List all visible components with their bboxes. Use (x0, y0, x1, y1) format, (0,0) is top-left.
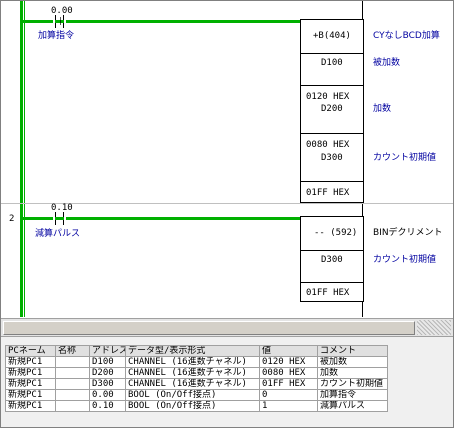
cell-name (55, 356, 90, 368)
instruction-comment-decrement: BINデクリメント (373, 228, 443, 238)
operand-value-decrement-current: 01FF HEX (306, 288, 350, 298)
cell-address: D200 (89, 367, 126, 379)
cell-value[interactable]: 0120 HEX (259, 356, 318, 368)
cell-name (55, 400, 90, 412)
table-row[interactable]: 新規PC1 0.10 BOOL (On/Off接点) 1 減算パルス (5, 400, 388, 412)
cell-pc-name: 新規PC1 (5, 378, 56, 390)
cell-value[interactable]: 0 (259, 389, 318, 401)
operand-comment-d300: カウント初期値 (373, 153, 437, 163)
operand-value-d300-current: 01FF HEX (306, 188, 350, 198)
column-header-comment[interactable]: コメント (317, 345, 388, 357)
operand-comment-decrement-d300: カウント初期値 (373, 255, 437, 265)
cell-value[interactable]: 0080 HEX (259, 367, 318, 379)
cell-name (55, 378, 90, 390)
operand-address-d300: D300 (321, 153, 343, 163)
cell-pc-name: 新規PC1 (5, 356, 56, 368)
cell-value[interactable]: 01FF HEX (259, 378, 318, 390)
instruction-mnemonic-decrement: -- (592) (314, 228, 358, 238)
cell-pc-name: 新規PC1 (5, 367, 56, 379)
table-row[interactable]: 新規PC1 D100 CHANNEL (16進数チャネル) 0120 HEX 被… (5, 356, 388, 368)
operand-value-d200: 0120 HEX (306, 92, 350, 102)
rung-number-2: 2 (9, 214, 15, 224)
column-header-address[interactable]: アドレス (89, 345, 126, 357)
cell-comment: 被加数 (317, 356, 388, 368)
cell-name (55, 389, 90, 401)
cell-pc-name: 新規PC1 (5, 389, 56, 401)
cell-data-type: BOOL (On/Off接点) (125, 389, 260, 401)
ladder-diagram[interactable]: 0.00 加算指令 | +B(404) CYなしBCD加算 D100 被加数 0… (1, 1, 453, 317)
cell-name (55, 367, 90, 379)
power-flow-rung1-left (23, 20, 53, 23)
column-header-data-type[interactable]: データ型/表示形式 (125, 345, 260, 357)
cell-comment: 加数 (317, 367, 388, 379)
cell-data-type: CHANNEL (16進数チャネル) (125, 367, 260, 379)
power-flow-rung2-right (66, 217, 301, 220)
left-power-rail (20, 1, 23, 317)
cell-address: D100 (89, 356, 126, 368)
table-row[interactable]: 新規PC1 0.00 BOOL (On/Off接点) 0 加算指令 (5, 389, 388, 401)
cell-comment: 減算パルス (317, 400, 388, 412)
cell-data-type: CHANNEL (16進数チャネル) (125, 378, 260, 390)
operand-comment-d100: 被加数 (373, 58, 401, 68)
cell-comment: カウント初期値 (317, 378, 388, 390)
rail-edge-line (24, 1, 25, 317)
watch-window: PCネーム 名称 アドレス データ型/表示形式 値 コメント 新規PC1 D10… (1, 337, 453, 427)
cell-address: 0.00 (89, 389, 126, 401)
table-row[interactable]: 新規PC1 D300 CHANNEL (16進数チャネル) 01FF HEX カ… (5, 378, 388, 390)
power-flow-rung1-right (66, 20, 301, 23)
watch-table-header: PCネーム 名称 アドレス データ型/表示形式 値 コメント (5, 345, 388, 357)
scrollbar-thumb[interactable] (3, 321, 415, 335)
column-header-value[interactable]: 値 (259, 345, 318, 357)
contact-comment-2: 減算パルス (35, 229, 81, 239)
operand-address-d100: D100 (321, 58, 343, 68)
ladder-monitor-window: 0.00 加算指令 | +B(404) CYなしBCD加算 D100 被加数 0… (0, 0, 454, 428)
cell-address: 0.10 (89, 400, 126, 412)
instruction-comment-add: CYなしBCD加算 (373, 31, 440, 41)
cell-data-type: BOOL (On/Off接点) (125, 400, 260, 412)
contact-comment-1: 加算指令 (38, 31, 75, 41)
cell-address: D300 (89, 378, 126, 390)
no-contact-symbol-2[interactable] (53, 212, 66, 225)
column-header-name[interactable]: 名称 (55, 345, 90, 357)
cell-data-type: CHANNEL (16進数チャネル) (125, 356, 260, 368)
scrollbar-grip (417, 320, 451, 335)
operand-address-d200: D200 (321, 104, 343, 114)
horizontal-scrollbar[interactable] (1, 318, 453, 337)
cell-comment: 加算指令 (317, 389, 388, 401)
power-flow-rung2-left (23, 217, 53, 220)
column-header-pc-name[interactable]: PCネーム (5, 345, 56, 357)
operand-value-d300: 0080 HEX (306, 140, 350, 150)
watch-table[interactable]: PCネーム 名称 アドレス データ型/表示形式 値 コメント 新規PC1 D10… (5, 345, 388, 412)
operand-comment-d200: 加数 (373, 104, 392, 114)
table-row[interactable]: 新規PC1 D200 CHANNEL (16進数チャネル) 0080 HEX 加… (5, 367, 388, 379)
cell-pc-name: 新規PC1 (5, 400, 56, 412)
cell-value[interactable]: 1 (259, 400, 318, 412)
operand-address-decrement-d300: D300 (321, 255, 343, 265)
no-contact-symbol-1[interactable]: | (53, 15, 66, 28)
instruction-mnemonic-add: +B(404) (313, 31, 351, 41)
